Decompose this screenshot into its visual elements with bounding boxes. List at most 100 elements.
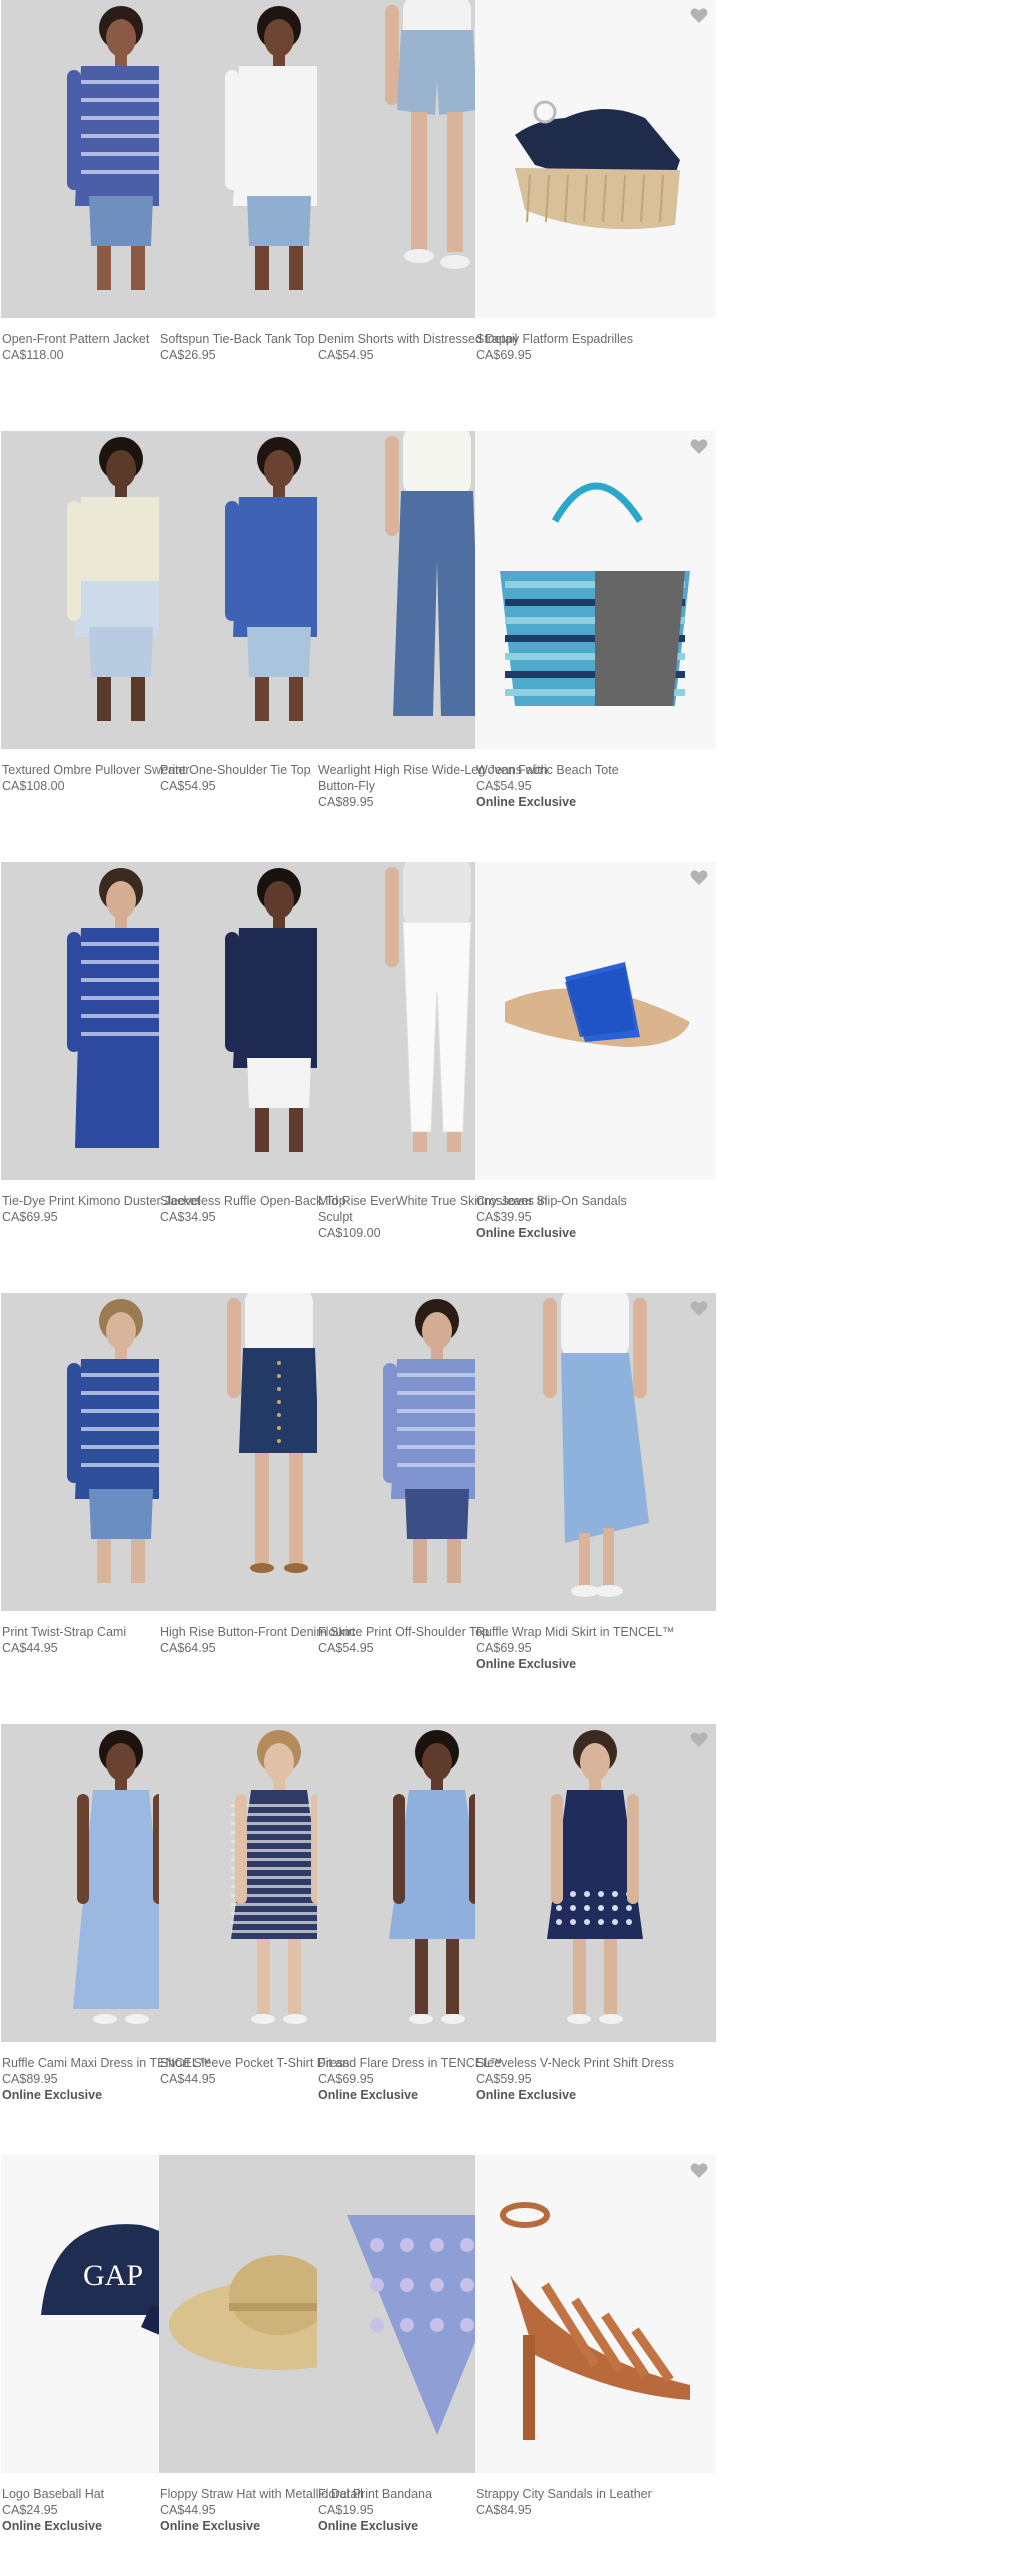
product-name: Sleeveless V-Neck Print Shift Dress [476,2056,674,2070]
leg-left [573,1939,586,2014]
leg-left [255,677,269,721]
button-detail [277,1400,281,1404]
product-image[interactable] [475,1724,716,2042]
sleeve-left [67,1363,81,1483]
leg-left [255,1453,269,1563]
print-detail [584,1891,590,1897]
product-card[interactable]: Crossover Slip-On Sandals CA$39.95 Online … [475,862,719,1282]
neck [273,916,285,930]
product-card[interactable]: Ruffle Wrap Midi Skirt in TENCEL™ CA$69.9… [475,1293,719,1713]
product-price: CA$69.95 [476,348,532,362]
print-detail [556,1919,562,1925]
button-detail [277,1374,281,1378]
pattern-stripe [81,1014,161,1018]
product-image[interactable] [475,862,716,1180]
pattern-stripe [81,80,161,84]
heart-icon-glyph [690,870,708,885]
pattern-stripe [81,942,161,946]
pattern-stripe [81,1032,161,1036]
shoe-left [567,2014,591,2024]
neck [431,1347,443,1361]
product-card[interactable]: Strappy City Sandals in Leather CA$84.95 [475,2155,719,2575]
leg-left [413,1132,427,1152]
product-name-link[interactable]: Woven Fabric Beach Tote CA$54.95 Online Ex… [476,762,716,811]
floral-print [460,2278,474,2292]
heart-icon[interactable] [690,7,708,24]
leg-left [255,1108,269,1152]
product-name-link[interactable]: Sleeveless V-Neck Print Shift Dress CA$59… [476,2055,716,2104]
face [580,1743,610,1781]
pattern-stripe [397,1445,477,1449]
neck [115,916,127,930]
product-image[interactable] [475,0,716,318]
product-image[interactable] [475,2155,716,2473]
arm-left [385,5,399,105]
print-detail [584,1919,590,1925]
product-card[interactable]: Woven Fabric Beach Tote CA$54.95 Online Ex… [475,431,719,851]
leg-right [604,1939,617,2014]
leg-left [255,246,269,290]
arm-left [235,1794,247,1904]
floral-print [370,2278,384,2292]
arm-left [227,1298,241,1398]
hat-crown [229,2255,329,2335]
heart-icon[interactable] [690,869,708,886]
product-name-link[interactable]: Crossover Slip-On Sandals CA$39.95 Online … [476,1193,716,1242]
shoe-left [93,2014,117,2024]
pattern-stripe [397,1463,477,1467]
button-detail [277,1413,281,1417]
leg-left [579,1533,590,1588]
shoe-right [599,2014,623,2024]
heart-icon[interactable] [690,1300,708,1317]
leg-right [288,1939,301,2014]
garment-bottom [89,196,153,246]
product-card[interactable]: Sleeveless V-Neck Print Shift Dress CA$59… [475,1724,719,2144]
product-name: Logo Baseball Hat [2,2487,105,2501]
product-image[interactable] [475,431,716,749]
shoe-left [404,249,434,263]
pattern-stripe [81,1409,161,1413]
print-detail [612,1905,618,1911]
neck [115,1778,127,1792]
product-name-link[interactable]: Strappy City Sandals in Leather CA$84.95 [476,2486,716,2518]
product-illustration [500,482,690,706]
heart-icon[interactable] [690,438,708,455]
shoe-left [251,2014,275,2024]
product-name-link[interactable]: Ruffle Wrap Midi Skirt in TENCEL™ CA$69.9… [476,1624,716,1673]
garment-bottom [247,1058,311,1108]
product-name: Woven Fabric Beach Tote [476,763,619,777]
pattern-stripe [397,1373,477,1377]
print-detail [584,1905,590,1911]
print-detail [598,1891,604,1897]
heart-icon-glyph [690,8,708,23]
pattern-stripe [81,134,161,138]
product-card[interactable]: Strappy Flatform Espadrilles CA$69.95 [475,0,719,420]
face [264,19,294,57]
print-detail [570,1919,576,1925]
product-name-link[interactable]: Strappy Flatform Espadrilles CA$69.95 [476,331,716,363]
pattern-stripe [81,1445,161,1449]
product-price: CA$59.95 [476,2072,532,2086]
heart-icon[interactable] [690,2162,708,2179]
online-exclusive-badge: Online Exclusive [476,1226,577,1240]
product-name: Open-Front Pattern Jacket [2,332,150,346]
face [264,881,294,919]
arm-left [385,867,399,967]
product-illustration [505,962,690,1047]
pattern-stripe [81,1463,161,1467]
product-image[interactable] [475,1293,716,1611]
print-detail [556,1905,562,1911]
tote-handle [551,482,643,523]
floral-print [370,2318,384,2332]
sleeve-left [225,70,239,190]
neck [115,485,127,499]
leg-left [97,677,111,721]
pattern-stripe [81,1427,161,1431]
stripe [231,1903,327,1906]
heart-icon[interactable] [690,1731,708,1748]
leg-right [131,677,145,721]
arm-left [393,1794,405,1904]
leg-left [413,1539,427,1583]
garment-top [233,928,325,1068]
garment-top [403,862,471,927]
